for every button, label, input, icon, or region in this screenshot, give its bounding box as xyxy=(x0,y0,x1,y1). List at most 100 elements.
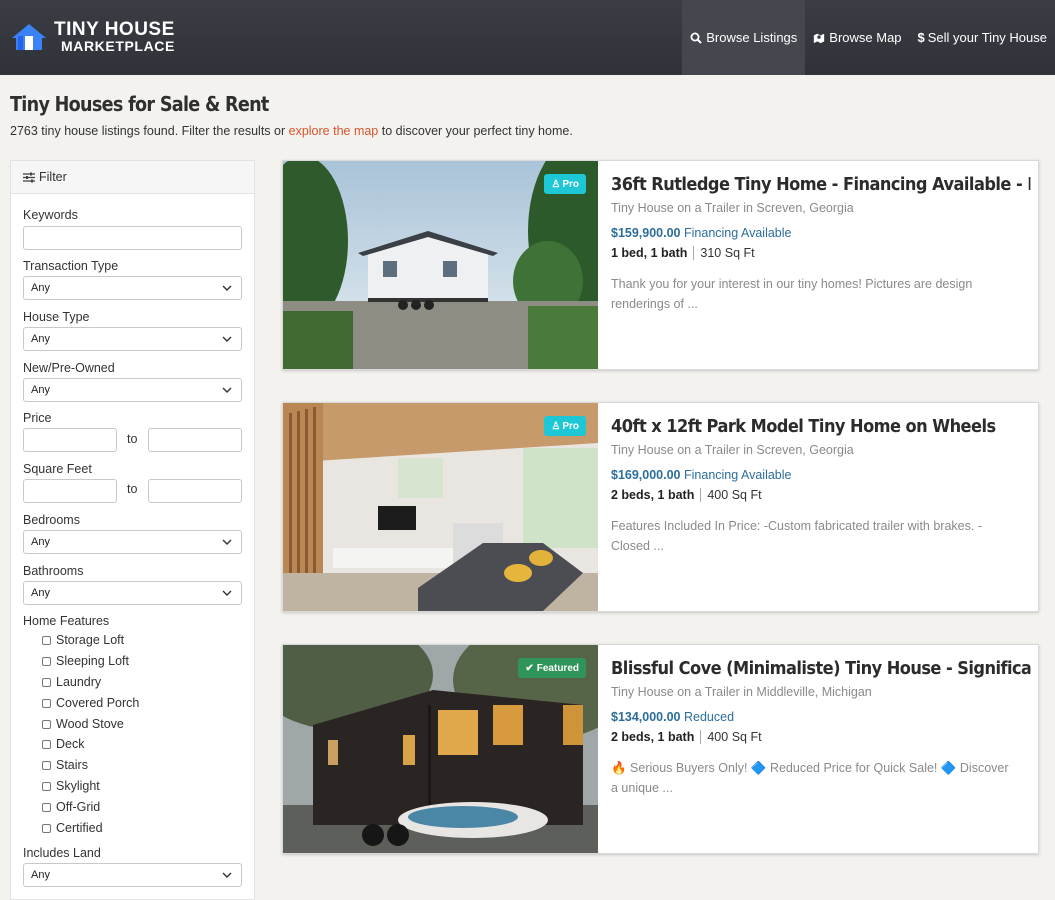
chevron-down-icon xyxy=(222,285,232,291)
nav-browse-map[interactable]: Browse Map xyxy=(805,0,909,75)
listing-description: Features Included In Price: -Custom fabr… xyxy=(611,519,982,553)
listing-title[interactable]: Blissful Cove (Minimaliste) Tiny House -… xyxy=(611,658,1030,679)
keywords-input[interactable] xyxy=(23,226,242,250)
feature-checkbox[interactable]: Deck xyxy=(42,737,84,751)
feature-checkbox[interactable]: Laundry xyxy=(42,675,101,689)
checkbox[interactable] xyxy=(42,781,51,791)
feature-checkbox[interactable]: Storage Loft xyxy=(42,633,124,647)
price-max-input[interactable] xyxy=(148,428,242,452)
square-feet-label: Square Feet xyxy=(23,462,92,476)
badge-label: Featured xyxy=(536,662,579,674)
house-logo-icon xyxy=(12,23,46,50)
feature-checkbox[interactable]: Stairs xyxy=(42,758,88,772)
feature-checkbox[interactable]: Off-Grid xyxy=(42,800,100,814)
bedrooms-select[interactable]: Any xyxy=(23,530,242,554)
select-value: Any xyxy=(31,282,50,294)
feature-label: Stairs xyxy=(56,758,88,772)
logo-line-1: TINY HOUSE xyxy=(54,19,175,40)
nav-label: Sell your Tiny House xyxy=(927,30,1047,45)
site-logo[interactable]: TINY HOUSE MARKETPLACE xyxy=(10,20,175,53)
badge-icon: ♙ xyxy=(551,178,561,190)
listing-specs: 1 bed, 1 bath 310 Sq Ft xyxy=(611,246,755,260)
listing-price-row: $134,000.00 Reduced xyxy=(611,710,734,724)
feature-checkbox[interactable]: Certified xyxy=(42,821,103,835)
chevron-down-icon xyxy=(222,539,232,545)
includes-land-select[interactable]: Any xyxy=(23,863,242,887)
listing-sqft: 400 Sq Ft xyxy=(707,488,762,502)
price-to-label: to xyxy=(127,432,138,446)
explore-map-link[interactable]: explore the map xyxy=(289,124,379,138)
transaction-type-select[interactable]: Any xyxy=(23,276,242,300)
nav-label: Browse Listings xyxy=(706,30,798,45)
bathrooms-select[interactable]: Any xyxy=(23,581,242,605)
listing-description: 🔥 Serious Buyers Only! 🔷 Reduced Price f… xyxy=(611,761,1009,795)
price-note: Financing Available xyxy=(684,468,792,482)
new-preowned-label: New/Pre-Owned xyxy=(23,361,115,375)
listing-photo[interactable]: ✔ Featured xyxy=(283,645,598,853)
nav-browse-listings[interactable]: Browse Listings xyxy=(682,0,806,75)
listing-beds: 1 bed, 1 bath xyxy=(611,246,695,260)
checkbox[interactable] xyxy=(42,802,51,812)
listing-title[interactable]: 40ft x 12ft Park Model Tiny Home on Whee… xyxy=(611,416,1030,437)
price-note: Reduced xyxy=(684,710,735,724)
price-label: Price xyxy=(23,411,52,425)
checkbox[interactable] xyxy=(42,719,51,729)
listing-card[interactable]: ♙ Pro 36ft Rutledge Tiny Home - Financing… xyxy=(282,160,1039,370)
house-type-select[interactable]: Any xyxy=(23,327,242,351)
feature-checkbox[interactable]: Sleeping Loft xyxy=(42,654,129,668)
keywords-label: Keywords xyxy=(23,208,78,222)
chevron-down-icon xyxy=(222,387,232,393)
chevron-down-icon xyxy=(222,590,232,596)
transaction-type-label: Transaction Type xyxy=(23,259,119,273)
listing-photo[interactable]: ♙ Pro xyxy=(283,161,598,369)
listing-title[interactable]: 36ft Rutledge Tiny Home - Financing Avai… xyxy=(611,174,1030,195)
feature-label: Sleeping Loft xyxy=(56,654,129,668)
checkbox[interactable] xyxy=(42,698,51,708)
select-value: Any xyxy=(31,869,50,881)
listing-specs: 2 beds, 1 bath 400 Sq Ft xyxy=(611,730,762,744)
feature-checkbox[interactable]: Skylight xyxy=(42,779,100,793)
house-type-label: House Type xyxy=(23,310,90,324)
checkbox[interactable] xyxy=(42,656,51,666)
feature-label: Certified xyxy=(56,821,103,835)
chevron-down-icon xyxy=(222,872,232,878)
nav-label: Browse Map xyxy=(829,30,902,45)
featured-badge: ✔ Featured xyxy=(518,658,586,678)
filter-header[interactable]: Filter xyxy=(11,161,254,194)
sqft-min-input[interactable] xyxy=(23,479,117,503)
listing-price-row: $169,000.00 Financing Available xyxy=(611,468,791,482)
price-note: Financing Available xyxy=(684,226,792,240)
feature-checkbox[interactable]: Covered Porch xyxy=(42,696,139,710)
sqft-max-input[interactable] xyxy=(148,479,242,503)
intro-text-before: 2763 tiny house listings found. Filter t… xyxy=(10,124,289,138)
checkbox[interactable] xyxy=(42,739,51,749)
filter-panel: Filter Keywords Transaction Type Any Hou… xyxy=(10,160,255,900)
checkbox[interactable] xyxy=(42,677,51,687)
listing-card[interactable]: ✔ Featured Blissful Cove (Minimaliste) Ti… xyxy=(282,644,1039,854)
sliders-icon xyxy=(23,172,35,182)
price-min-input[interactable] xyxy=(23,428,117,452)
listing-price-row: $159,900.00 Financing Available xyxy=(611,226,791,240)
select-value: Any xyxy=(31,587,50,599)
chevron-down-icon xyxy=(222,336,232,342)
intro-text-after: to discover your perfect tiny home. xyxy=(378,124,573,138)
checkbox[interactable] xyxy=(42,635,51,645)
feature-checkbox[interactable]: Wood Stove xyxy=(42,717,124,731)
feature-label: Storage Loft xyxy=(56,633,125,647)
listing-price: $159,900.00 xyxy=(611,226,681,240)
listing-card[interactable]: ♙ Pro 40ft x 12ft Park Model Tiny Home on… xyxy=(282,402,1039,612)
checkbox[interactable] xyxy=(42,760,51,770)
results-intro: 2763 tiny house listings found. Filter t… xyxy=(10,124,573,138)
feature-label: Off-Grid xyxy=(56,800,101,814)
listing-beds: 2 beds, 1 bath xyxy=(611,730,702,744)
main-nav: Browse Listings Browse Map $ Sell your T… xyxy=(682,0,1055,75)
listing-beds: 2 beds, 1 bath xyxy=(611,488,702,502)
listing-location: Tiny House on a Trailer in Screven, Geor… xyxy=(611,201,854,215)
listing-description: Thank you for your interest in our tiny … xyxy=(611,277,973,311)
page-title: Tiny Houses for Sale & Rent xyxy=(10,92,269,116)
nav-sell[interactable]: $ Sell your Tiny House xyxy=(910,0,1055,75)
new-preowned-select[interactable]: Any xyxy=(23,378,242,402)
listing-photo[interactable]: ♙ Pro xyxy=(283,403,598,611)
badge-label: Pro xyxy=(562,178,579,190)
checkbox[interactable] xyxy=(42,823,51,833)
